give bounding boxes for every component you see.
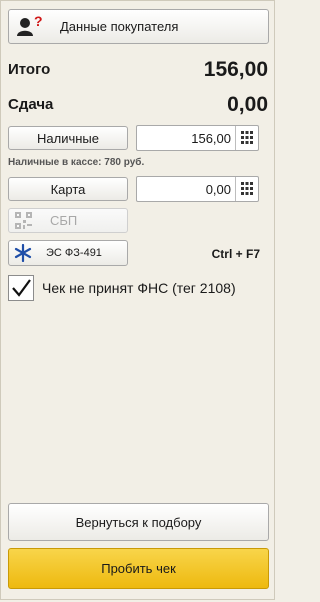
card-button-label: Карта [50, 181, 86, 197]
card-amount-value: 0,00 [205, 181, 231, 197]
print-receipt-label: Пробить чек [101, 561, 176, 576]
change-label: Сдача [8, 96, 54, 113]
qr-code-icon [15, 212, 32, 229]
change-value: 0,00 [227, 93, 268, 116]
cash-button[interactable]: Наличные [8, 126, 128, 150]
buyer-data-button[interactable]: ? Данные покупателя [8, 9, 269, 44]
card-button[interactable]: Карта [8, 177, 128, 201]
print-receipt-button[interactable]: Пробить чек [8, 548, 269, 589]
keypad-icon[interactable] [235, 177, 258, 201]
back-to-selection-label: Вернуться к подбору [75, 514, 202, 530]
fns-not-accepted-checkbox[interactable] [8, 275, 34, 301]
keypad-icon[interactable] [235, 126, 258, 150]
fns-checkbox-label[interactable]: Чек не принят ФНС (тег 2108) [42, 280, 236, 296]
sbp-label: СБП [50, 213, 78, 228]
buyer-data-label: Данные покупателя [60, 19, 179, 34]
user-icon: ? [16, 12, 43, 38]
card-amount-input[interactable]: 0,00 [136, 176, 259, 202]
cash-button-label: Наличные [37, 130, 99, 146]
back-to-selection-button[interactable]: Вернуться к подбору [8, 503, 269, 541]
es-fz491-label: ЭС ФЗ-491 [46, 247, 102, 259]
cash-amount-input[interactable]: 156,00 [136, 125, 259, 151]
es-shortcut-hint: Ctrl + F7 [211, 247, 260, 261]
sbp-button[interactable]: СБП [8, 208, 128, 233]
cash-in-register-note: Наличные в кассе: 780 руб. [8, 157, 145, 168]
question-badge: ? [34, 12, 43, 29]
total-label: Итого [8, 61, 51, 78]
cash-amount-value: 156,00 [191, 130, 231, 146]
es-fz491-button[interactable]: ЭС ФЗ-491 [8, 240, 128, 266]
total-value: 156,00 [203, 58, 268, 81]
snowflake-icon [14, 244, 32, 262]
